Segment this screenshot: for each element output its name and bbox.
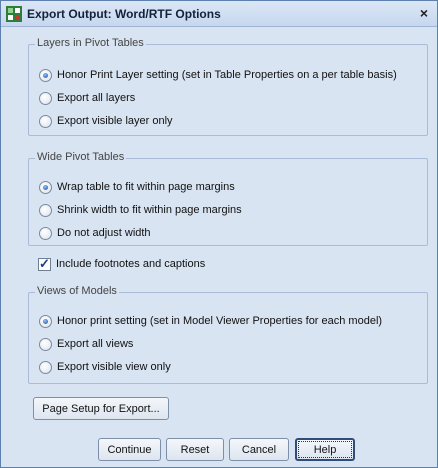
layers-group-legend: Layers in Pivot Tables: [35, 37, 146, 49]
radio-button[interactable]: [39, 314, 52, 328]
footnotes-checkbox[interactable]: ✓: [38, 255, 51, 271]
radio-button[interactable]: [39, 226, 52, 240]
radio-label: Export all views: [57, 338, 134, 350]
radio-export-all-layers[interactable]: Export all layers: [39, 90, 135, 106]
title-bar[interactable]: Export Output: Word/RTF Options ×: [1, 1, 437, 27]
dialog-title: Export Output: Word/RTF Options: [27, 7, 221, 21]
radio-wrap-table[interactable]: Wrap table to fit within page margins: [39, 179, 235, 195]
radio-button[interactable]: [39, 337, 52, 351]
continue-button[interactable]: Continue: [98, 438, 161, 461]
views-of-models-legend: Views of Models: [35, 285, 119, 297]
page-setup-button[interactable]: Page Setup for Export...: [33, 397, 169, 420]
radio-label: Do not adjust width: [57, 227, 151, 239]
radio-button[interactable]: [39, 68, 52, 82]
reset-button[interactable]: Reset: [166, 438, 224, 461]
checkmark-icon: ✓: [39, 255, 50, 271]
spss-app-icon: [6, 6, 22, 22]
radio-button[interactable]: [39, 360, 52, 374]
radio-label: Export visible layer only: [57, 115, 173, 127]
export-options-dialog: Export Output: Word/RTF Options × Layers…: [0, 0, 438, 468]
footnotes-checkbox-row[interactable]: ✓ Include footnotes and captions: [38, 256, 205, 272]
radio-export-all-views[interactable]: Export all views: [39, 336, 133, 352]
radio-shrink-width[interactable]: Shrink width to fit within page margins: [39, 202, 242, 218]
radio-label: Export all layers: [57, 92, 136, 104]
layers-group: Layers in Pivot Tables Honor Print Layer…: [28, 37, 428, 136]
views-of-models-group: Views of Models Honor print setting (set…: [28, 285, 428, 384]
radio-button[interactable]: [39, 180, 52, 194]
wide-pivot-group-legend: Wide Pivot Tables: [35, 151, 127, 163]
radio-label: Wrap table to fit within page margins: [57, 181, 235, 193]
radio-label: Export visible view only: [57, 361, 171, 373]
radio-button[interactable]: [39, 91, 52, 105]
radio-honor-print-setting[interactable]: Honor print setting (set in Model Viewer…: [39, 313, 382, 329]
radio-honor-print-layer[interactable]: Honor Print Layer setting (set in Table …: [39, 67, 397, 83]
wide-pivot-group: Wide Pivot Tables Wrap table to fit with…: [28, 151, 428, 246]
radio-button[interactable]: [39, 203, 52, 217]
radio-do-not-adjust[interactable]: Do not adjust width: [39, 225, 151, 241]
radio-label: Honor Print Layer setting (set in Table …: [57, 69, 397, 81]
radio-label: Honor print setting (set in Model Viewer…: [57, 315, 383, 327]
radio-label: Shrink width to fit within page margins: [57, 204, 242, 216]
radio-export-visible-layer[interactable]: Export visible layer only: [39, 113, 173, 129]
radio-export-visible-view[interactable]: Export visible view only: [39, 359, 171, 375]
cancel-button[interactable]: Cancel: [229, 438, 289, 461]
close-icon[interactable]: ×: [415, 4, 433, 22]
footnotes-label: Include footnotes and captions: [56, 258, 206, 270]
help-button[interactable]: Help: [295, 438, 355, 461]
radio-button[interactable]: [39, 114, 52, 128]
